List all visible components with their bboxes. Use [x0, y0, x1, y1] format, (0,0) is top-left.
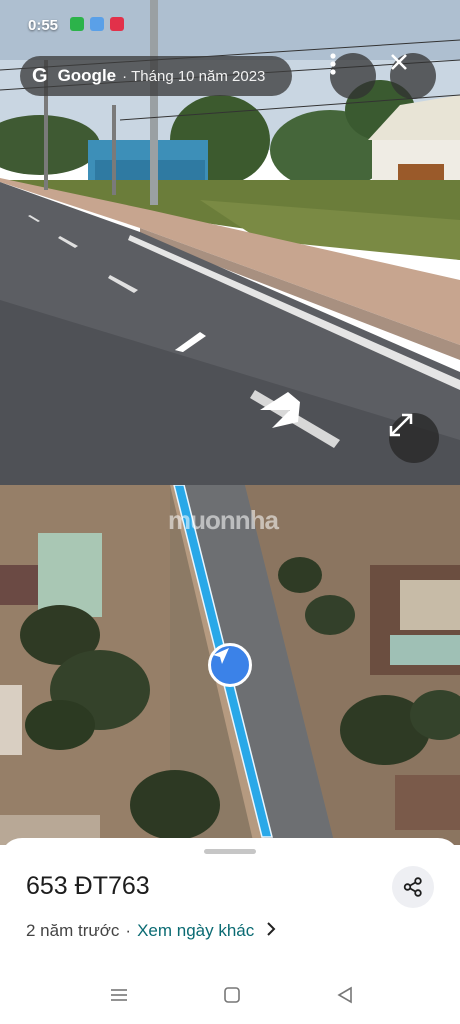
map-watermark: muonnha: [168, 505, 279, 535]
satellite-map[interactable]: muonnha: [0, 485, 460, 845]
status-icons: [70, 17, 124, 31]
vertical-dots-icon: [330, 53, 336, 75]
capture-meta-row: 2 năm trước · Xem ngày khác: [26, 920, 276, 941]
square-icon: [224, 987, 240, 1003]
status-bar: 0:55: [0, 0, 460, 48]
expand-icon: [389, 413, 413, 437]
chevron-right-icon[interactable]: [266, 920, 276, 941]
navigation-arrow-icon: [213, 648, 229, 664]
back-triangle-icon: [337, 986, 352, 1004]
meta-separator: ·: [125, 920, 132, 940]
address-title: 653 ĐT763: [26, 872, 150, 900]
recent-apps-button[interactable]: [110, 986, 128, 1009]
fullscreen-button[interactable]: [389, 413, 439, 463]
location-marker[interactable]: [208, 643, 252, 687]
home-button[interactable]: [223, 986, 241, 1009]
more-options-button[interactable]: [330, 53, 376, 99]
app-notification-icon: [110, 17, 124, 31]
street-view-panorama[interactable]: 0:55 G Google · Tháng 10 năm 2023: [0, 0, 460, 485]
share-button[interactable]: [392, 866, 434, 908]
capture-date: Tháng 10 năm 2023: [131, 67, 266, 85]
back-button[interactable]: [336, 986, 354, 1009]
google-brand-label: Google: [57, 66, 117, 85]
menu-lines-icon: [111, 989, 127, 1001]
shield-icon: [70, 17, 84, 31]
status-time: 0:55: [28, 17, 59, 34]
google-date-pill[interactable]: G Google · Tháng 10 năm 2023: [20, 56, 292, 96]
capture-age: 2 năm trước: [26, 920, 120, 940]
close-button[interactable]: [390, 53, 436, 99]
system-navigation-bar: [0, 980, 460, 1024]
see-other-dates-link[interactable]: Xem ngày khác: [137, 921, 254, 941]
share-icon: [403, 877, 422, 897]
close-icon: [391, 54, 407, 70]
date-separator: ·: [122, 67, 128, 85]
google-logo: G: [32, 64, 48, 87]
sheet-drag-handle[interactable]: [204, 849, 256, 854]
weather-icon: [90, 17, 104, 31]
